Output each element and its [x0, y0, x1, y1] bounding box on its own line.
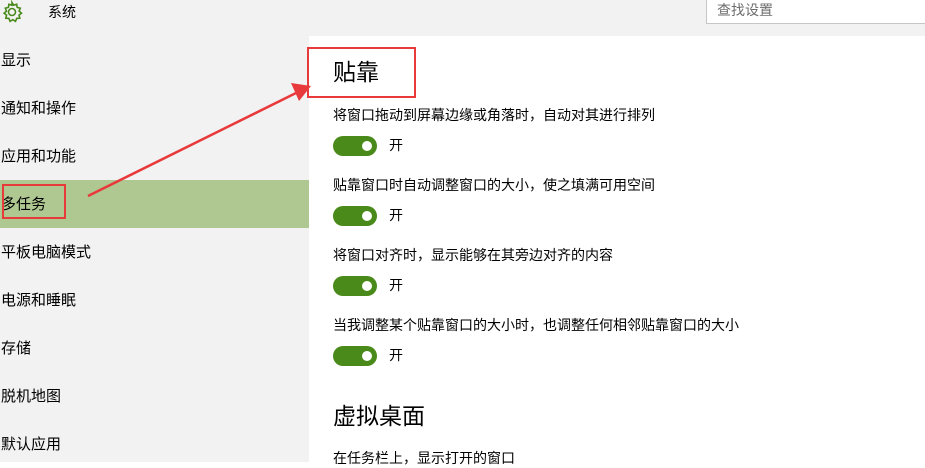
sidebar-item-notifications[interactable]: 通知和操作: [0, 84, 309, 132]
gear-icon: [2, 0, 23, 23]
annotation-highlight-box: [307, 47, 416, 98]
setting-label: 当我调整某个贴靠窗口的大小时，也调整任何相邻贴靠窗口的大小: [333, 318, 739, 334]
snap-resize-toggle[interactable]: [333, 206, 377, 226]
annotation-highlight-box: [2, 184, 66, 219]
sidebar-item-label: 存储: [1, 339, 32, 357]
snap-adjacent-resize-toggle[interactable]: [333, 346, 377, 366]
toggle-knob: [362, 211, 372, 221]
sidebar-item-offline-maps[interactable]: 脱机地图: [0, 372, 309, 420]
sidebar-item-display[interactable]: 显示: [0, 36, 309, 84]
search-input[interactable]: [717, 1, 917, 21]
sidebar-item-label: 平板电脑模式: [1, 243, 92, 261]
sidebar-item-label: 默认应用: [1, 435, 62, 453]
sidebar-item-apps[interactable]: 应用和功能: [0, 132, 309, 180]
title-bar: 系统: [0, 0, 925, 36]
app-title: 系统: [48, 5, 76, 21]
setting-label: 将窗口对齐时，显示能够在其旁边对齐的内容: [333, 248, 613, 264]
setting-label: 将窗口拖动到屏幕边缘或角落时，自动对其进行排列: [333, 108, 655, 124]
sidebar-item-power-sleep[interactable]: 电源和睡眠: [0, 276, 309, 324]
sidebar-item-label: 显示: [1, 51, 32, 69]
toggle-state-label: 开: [389, 138, 403, 154]
setting-label-partial: 在任务栏上，显示打开的窗口: [333, 451, 515, 467]
toggle-state-label: 开: [389, 278, 403, 294]
toggle-knob: [362, 141, 372, 151]
search-box[interactable]: [706, 0, 925, 24]
snap-assist-toggle[interactable]: [333, 276, 377, 296]
toggle-knob: [362, 351, 372, 361]
sidebar-item-label: 通知和操作: [1, 99, 77, 117]
sidebar-item-storage[interactable]: 存储: [0, 324, 309, 372]
toggle-state-label: 开: [389, 208, 403, 224]
sidebar: 显示 通知和操作 应用和功能 多任务 平板电脑模式 电源和睡眠 存储 脱机地图 …: [0, 36, 309, 462]
sidebar-item-label: 应用和功能: [1, 147, 77, 165]
settings-content: 贴靠 将窗口拖动到屏幕边缘或角落时，自动对其进行排列 开 贴靠窗口时自动调整窗口…: [309, 36, 925, 467]
section-title-virtual-desktops: 虚拟桌面: [333, 404, 425, 430]
sidebar-item-label: 电源和睡眠: [1, 291, 77, 309]
sidebar-item-tablet-mode[interactable]: 平板电脑模式: [0, 228, 309, 276]
setting-label: 贴靠窗口时自动调整窗口的大小，使之填满可用空间: [333, 178, 655, 194]
sidebar-item-default-apps[interactable]: 默认应用: [0, 420, 309, 468]
snap-arrange-toggle[interactable]: [333, 136, 377, 156]
toggle-state-label: 开: [389, 348, 403, 364]
sidebar-item-label: 脱机地图: [1, 387, 62, 405]
toggle-knob: [362, 281, 372, 291]
